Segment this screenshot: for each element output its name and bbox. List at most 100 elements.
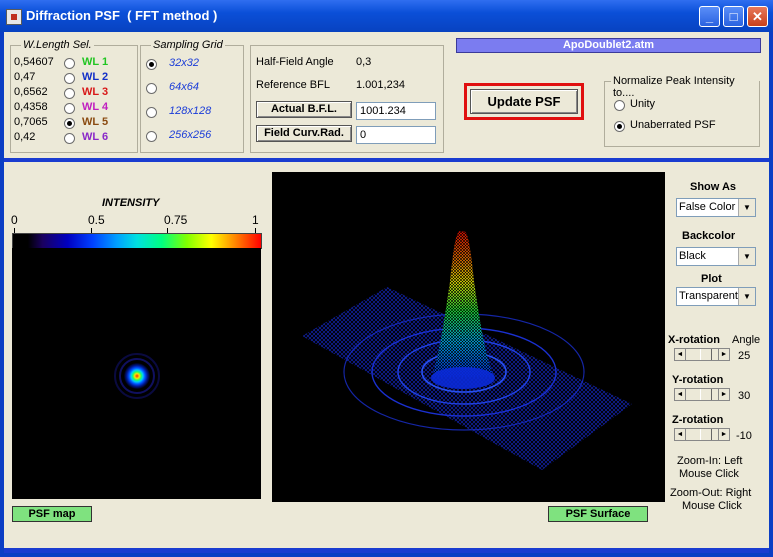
wavelength-radio[interactable] [64,133,75,144]
sampling-grid-title: Sampling Grid [151,39,225,51]
z-rotation-label: Z-rotation [672,414,724,426]
surface-peak-mesh [432,231,494,377]
psf-surface-label: PSF Surface [548,506,648,522]
slider-thumb[interactable] [700,389,712,400]
zoom-in-hint-1: Zoom-In: Left [677,455,743,467]
bottom-border [4,548,769,553]
zoom-in-hint-2: Mouse Click [679,468,739,480]
show-as-label: Show As [690,181,737,193]
wavelength-radio[interactable] [64,118,75,129]
show-as-value: False Color [679,201,736,213]
update-psf-button[interactable]: Update PSF [470,89,578,114]
normalize-radio[interactable] [614,121,625,132]
z-rotation-value: -10 [736,430,752,442]
plot-label: Plot [701,273,722,285]
wavelength-label: WL 4 [82,101,109,113]
intensity-colorbar [12,233,262,249]
slider-right-icon[interactable]: ► [718,349,729,360]
wavelength-radio[interactable] [64,103,75,114]
slider-right-icon[interactable]: ► [718,429,729,440]
backcolor-select[interactable]: Black ▼ [676,247,756,266]
psf-surface-canvas[interactable] [272,172,665,502]
wavelength-label: WL 3 [82,86,109,98]
sampling-radio[interactable] [146,83,157,94]
close-button[interactable]: ✕ [747,6,768,27]
psf-map-image [114,353,160,399]
wavelength-label: WL 6 [82,131,109,143]
intensity-tick: 0.5 [88,213,105,227]
wavelength-value: 0,47 [14,71,36,83]
chevron-down-icon[interactable]: ▼ [738,199,755,216]
intensity-title: INTENSITY [102,197,160,209]
wavelength-value: 0,42 [14,131,36,143]
zoom-out-hint-2: Mouse Click [682,500,742,512]
wavelength-radio[interactable] [64,88,75,99]
x-rotation-label: X-rotation [668,334,720,346]
title-bar[interactable]: Diffraction PSF ( FFT method ) _ □ ✕ [0,0,773,32]
slider-left-icon[interactable]: ◄ [675,349,686,360]
z-rotation-slider[interactable]: ◄ ► [674,428,730,441]
window-title: Diffraction PSF ( FFT method ) [26,8,218,23]
half-field-value: 0,3 [356,56,372,68]
slider-left-icon[interactable]: ◄ [675,429,686,440]
sampling-radio[interactable] [146,59,157,70]
actual-bfl-input[interactable]: 1001.234 [356,102,436,120]
psf-surface-plot [302,231,632,470]
wavelength-value: 0,6562 [14,86,48,98]
y-rotation-value: 30 [738,390,751,402]
slider-thumb[interactable] [700,349,712,360]
slider-right-icon[interactable]: ► [718,389,729,400]
sampling-label: 128x128 [169,105,212,117]
sampling-label: 64x64 [169,81,199,93]
zoom-out-hint-1: Zoom-Out: Right [670,487,752,499]
wavelength-label: WL 2 [82,71,109,83]
show-as-select[interactable]: False Color ▼ [676,198,756,217]
client-area: W.Length Sel. 0,54607 WL 1 0,47 WL 2 0,6562 W… [4,32,769,553]
y-rotation-slider[interactable]: ◄ ► [674,388,730,401]
sampling-radio[interactable] [146,131,157,142]
field-curv-input[interactable]: 0 [356,126,436,144]
psf-core [124,363,150,389]
backcolor-value: Black [679,250,706,262]
wavelength-value: 0,4358 [14,101,48,113]
app-icon [6,9,22,25]
half-field-label: Half-Field Angle [256,56,334,68]
app-window: Diffraction PSF ( FFT method ) _ □ ✕ W.L… [0,0,773,557]
section-divider [4,158,769,162]
normalize-group: Normalize Peak Intensity to.... [604,75,760,147]
wavelength-radio[interactable] [64,73,75,84]
normalize-title: Normalize Peak Intensity to.... [611,75,759,99]
backcolor-label: Backcolor [682,230,736,242]
minimize-button[interactable]: _ [699,6,720,27]
ref-bfl-value: 1.001,234 [356,79,405,91]
ref-bfl-label: Reference BFL [256,79,330,91]
wavelength-radio[interactable] [64,58,75,69]
sampling-label: 256x256 [169,129,212,141]
actual-bfl-button[interactable]: Actual B.F.L. [256,101,352,118]
slider-thumb[interactable] [700,429,712,440]
chevron-down-icon[interactable]: ▼ [738,248,755,265]
normalize-label: Unaberrated PSF [630,119,716,131]
normalize-radio[interactable] [614,100,625,111]
normalize-label: Unity [630,98,656,110]
angle-label: Angle [732,334,761,346]
maximize-button[interactable]: □ [723,6,744,27]
intensity-tick: 0.75 [164,213,188,227]
surface-peak-base [431,367,495,389]
sampling-radio[interactable] [146,107,157,118]
slider-left-icon[interactable]: ◄ [675,389,686,400]
chevron-down-icon[interactable]: ▼ [738,288,755,305]
plot-select[interactable]: Transparent ▼ [676,287,756,306]
intensity-tick: 1 [252,213,259,227]
x-rotation-value: 25 [738,350,751,362]
x-rotation-slider[interactable]: ◄ ► [674,348,730,361]
wavelength-label: WL 1 [82,56,109,68]
y-rotation-label: Y-rotation [672,374,724,386]
field-curv-button[interactable]: Field Curv.Rad. [256,125,352,142]
psf-map-canvas[interactable] [12,248,261,499]
wavelength-label: WL 5 [82,116,109,128]
psf-map-label: PSF map [12,506,92,522]
file-name-bar: ApoDoublet2.atm [456,38,761,53]
intensity-tick: 0 [11,213,18,227]
plot-value: Transparent [679,290,738,302]
